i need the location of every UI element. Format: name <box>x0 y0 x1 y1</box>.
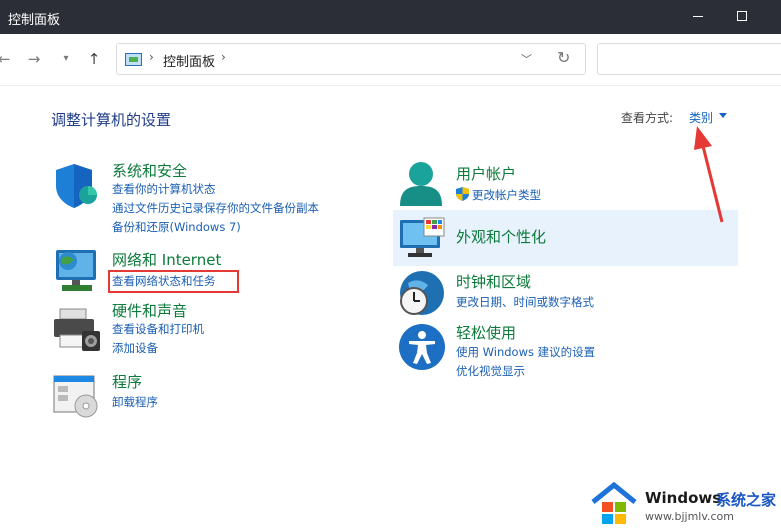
category-hardware-sound[interactable]: 硬件和声音 <box>112 300 187 321</box>
breadcrumb-control-panel[interactable]: 控制面板 <box>163 51 215 70</box>
window-title: 控制面板 <box>8 13 61 28</box>
shield-icon[interactable] <box>52 162 100 210</box>
category-programs[interactable]: 程序 <box>112 371 142 392</box>
category-appearance-personalization[interactable]: 外观和个性化 <box>456 226 546 247</box>
link-change-account-type[interactable]: 更改帐户类型 <box>472 187 541 203</box>
link-check-computer-status[interactable]: 查看你的计算机状态 <box>112 181 216 197</box>
category-system-security[interactable]: 系统和安全 <box>112 160 187 181</box>
address-dropdown-icon[interactable]: ﹀ <box>521 51 532 67</box>
view-by-label: 查看方式: <box>621 111 674 125</box>
minimize-button[interactable] <box>675 0 721 34</box>
back-button[interactable]: ← <box>0 48 14 70</box>
breadcrumb-chevron-icon[interactable]: › <box>221 50 226 64</box>
watermark-brand: Windows <box>645 489 722 507</box>
user-accounts-icon[interactable] <box>398 160 444 208</box>
network-icon[interactable] <box>52 248 100 294</box>
minimize-icon <box>693 16 703 17</box>
watermark-brand-suffix: 系统之家 <box>716 491 777 509</box>
view-by-dropdown[interactable]: 类别 <box>689 109 713 126</box>
category-network-internet[interactable]: 网络和 Internet <box>112 249 221 270</box>
link-uninstall-program[interactable]: 卸载程序 <box>112 394 158 410</box>
dropdown-caret-icon[interactable] <box>719 113 727 118</box>
watermark-logo-icon <box>591 482 637 524</box>
address-bar[interactable]: › 控制面板 › ﹀ ↻ <box>116 43 586 75</box>
category-clock-region[interactable]: 时钟和区域 <box>456 271 531 292</box>
maximize-icon <box>737 11 747 21</box>
programs-icon[interactable] <box>52 372 102 418</box>
link-file-history-backup[interactable]: 通过文件历史记录保存你的文件备份副本 <box>112 200 319 216</box>
recent-locations-button[interactable]: ▾ <box>56 48 76 70</box>
ease-of-access-icon[interactable] <box>398 323 446 371</box>
title-bar: 控制面板 <box>0 0 781 34</box>
breadcrumb-separator-icon: › <box>149 50 154 64</box>
link-change-date-time-format[interactable]: 更改日期、时间或数字格式 <box>456 294 594 310</box>
watermark-url: www.bjjmlv.com <box>645 510 734 523</box>
appearance-icon[interactable] <box>398 216 446 260</box>
maximize-button[interactable] <box>719 0 765 34</box>
link-backup-restore[interactable]: 备份和还原(Windows 7) <box>112 219 241 235</box>
link-recommended-settings[interactable]: 使用 Windows 建议的设置 <box>456 344 595 360</box>
category-user-accounts[interactable]: 用户帐户 <box>456 163 516 184</box>
search-input[interactable] <box>597 43 781 75</box>
refresh-icon[interactable]: ↻ <box>557 48 570 67</box>
link-add-device[interactable]: 添加设备 <box>112 340 158 356</box>
annotation-red-box <box>108 270 239 293</box>
up-button[interactable]: ↑ <box>84 48 104 70</box>
category-ease-of-access[interactable]: 轻松使用 <box>456 322 516 343</box>
forward-button[interactable]: → <box>24 48 44 70</box>
link-optimize-visual-display[interactable]: 优化视觉显示 <box>456 363 525 379</box>
uac-shield-icon <box>456 187 469 201</box>
control-panel-icon <box>125 53 142 66</box>
printer-icon[interactable] <box>52 307 102 353</box>
clock-region-icon[interactable] <box>398 269 446 317</box>
link-devices-printers[interactable]: 查看设备和打印机 <box>112 321 204 337</box>
navigation-bar: ← → ▾ ↑ › 控制面板 › ﹀ ↻ <box>0 34 781 86</box>
page-title: 调整计算机的设置 <box>51 111 172 129</box>
